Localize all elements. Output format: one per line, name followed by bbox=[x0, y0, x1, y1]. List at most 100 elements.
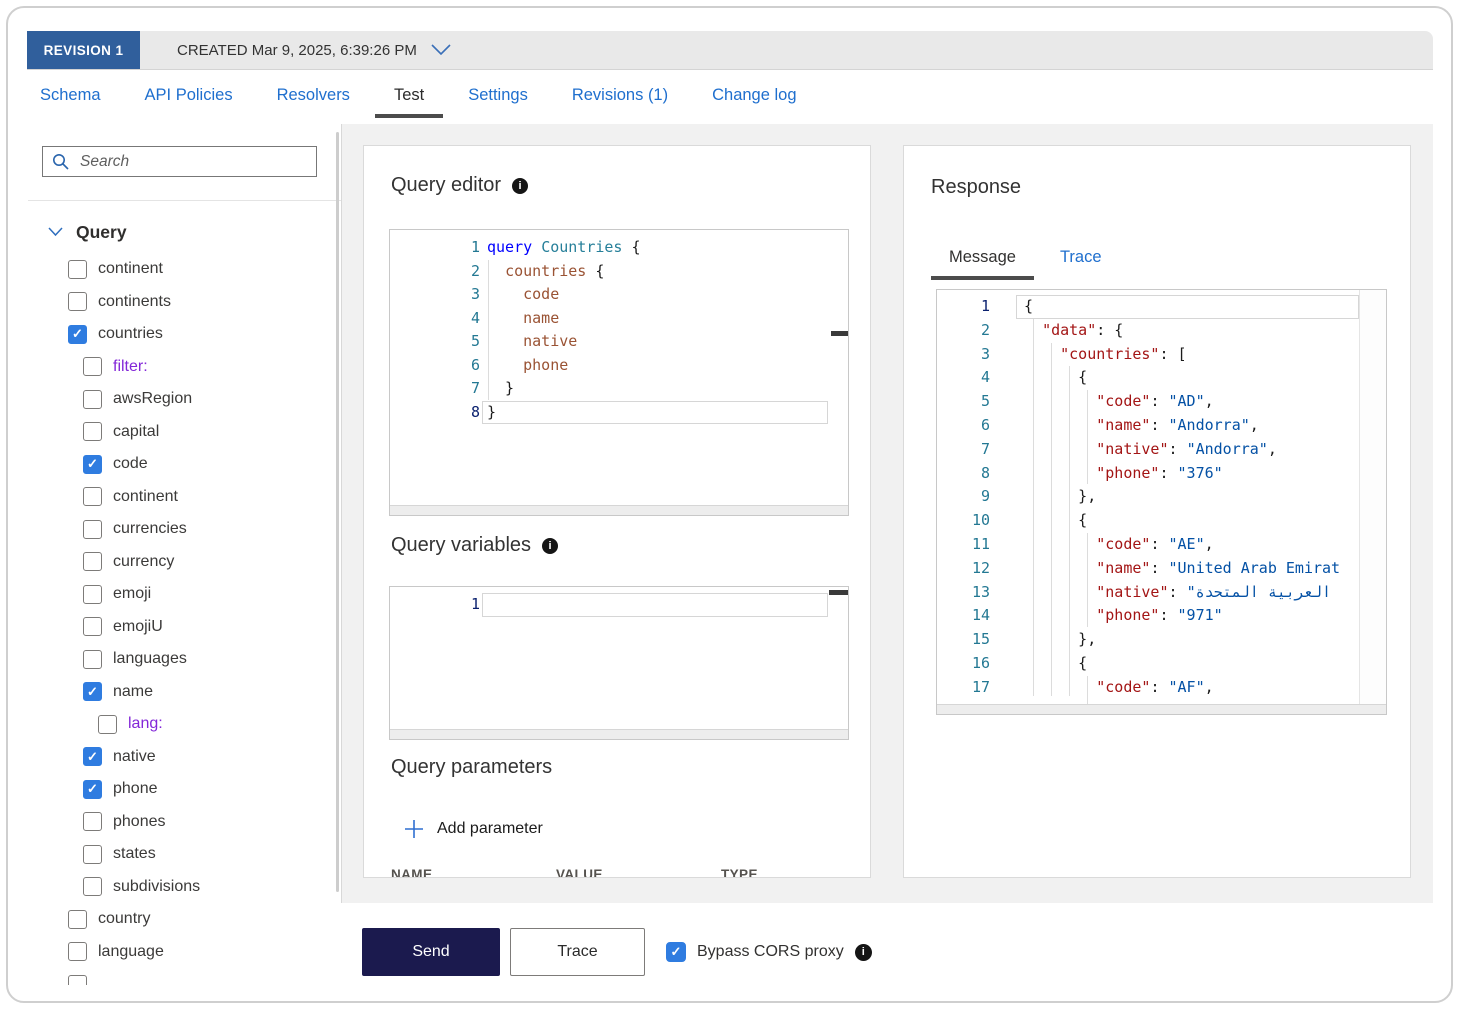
trace-button[interactable]: Trace bbox=[510, 928, 645, 976]
indent-guide bbox=[1051, 343, 1052, 696]
checkbox[interactable] bbox=[83, 389, 102, 409]
code-text: "phone": "971" bbox=[1024, 604, 1359, 628]
search-input[interactable] bbox=[78, 151, 316, 172]
tree-item-label: continent bbox=[98, 260, 163, 278]
response-tab-message[interactable]: Message bbox=[931, 242, 1034, 280]
checkbox[interactable] bbox=[83, 812, 102, 832]
checkbox[interactable] bbox=[68, 292, 87, 312]
tree-item-native[interactable]: ✓ native bbox=[28, 741, 341, 774]
tree-item-code[interactable]: ✓ code bbox=[28, 448, 341, 481]
tree-item-capital[interactable]: capital bbox=[28, 416, 341, 449]
horizontal-scrollbar[interactable] bbox=[390, 729, 848, 739]
tree-item-currencies[interactable]: currencies bbox=[28, 513, 341, 546]
add-parameter-button[interactable]: Add parameter bbox=[404, 819, 543, 839]
tab-resolvers[interactable]: Resolvers bbox=[277, 80, 350, 118]
info-icon[interactable]: i bbox=[854, 943, 872, 961]
checkbox[interactable] bbox=[68, 942, 87, 962]
column-header-type: TYPE bbox=[721, 867, 758, 878]
tree-item-emojiU[interactable]: emojiU bbox=[28, 611, 341, 644]
bypass-cors-checkbox[interactable]: ✓ bbox=[666, 942, 686, 962]
tree-item-phone[interactable]: ✓ phone bbox=[28, 773, 341, 806]
tree-item-continent[interactable]: continent bbox=[28, 481, 341, 514]
checkbox[interactable] bbox=[83, 584, 102, 604]
code-text: "phone": "376" bbox=[1024, 462, 1359, 486]
tree-item-awsRegion[interactable]: awsRegion bbox=[28, 383, 341, 416]
line-number: 9 bbox=[980, 487, 990, 506]
code-text: phone bbox=[487, 354, 830, 378]
code-text: name bbox=[487, 307, 830, 331]
tree-item-partial[interactable] bbox=[28, 968, 341, 985]
checkbox[interactable] bbox=[68, 909, 87, 929]
tree-item-country[interactable]: country bbox=[28, 903, 341, 936]
tab-settings[interactable]: Settings bbox=[468, 80, 528, 118]
checkbox[interactable] bbox=[83, 649, 102, 669]
horizontal-scrollbar[interactable] bbox=[937, 704, 1386, 714]
token: , bbox=[1204, 534, 1214, 553]
tree-item-label: subdivisions bbox=[113, 877, 201, 895]
code-line: 4 name bbox=[390, 307, 830, 331]
code-text: code bbox=[487, 283, 830, 307]
tree-root-query[interactable]: Query bbox=[48, 217, 127, 247]
tree-item-lang[interactable]: lang: bbox=[28, 708, 341, 741]
query-editor[interactable]: 1 query Countries {2 countries {3 code 4 n… bbox=[389, 229, 849, 516]
tab-api-policies[interactable]: API Policies bbox=[145, 80, 233, 118]
token: "United Arab Emirat bbox=[1168, 558, 1341, 577]
tree-item-name[interactable]: ✓ name bbox=[28, 676, 341, 709]
tree-item-continent[interactable]: continent bbox=[28, 253, 341, 286]
token: "phone" bbox=[1096, 463, 1160, 482]
tree-item-languages[interactable]: languages bbox=[28, 643, 341, 676]
token: : bbox=[1150, 677, 1169, 696]
sidebar-scrollbar[interactable] bbox=[336, 132, 339, 892]
tab-schema[interactable]: Schema bbox=[40, 80, 101, 118]
response-editor[interactable]: 1{2 "data": {3 "countries": [4 {5 "code"… bbox=[936, 289, 1387, 715]
checkbox[interactable] bbox=[83, 357, 102, 377]
tree-item-currency[interactable]: currency bbox=[28, 546, 341, 579]
query-editor-title: Query editor i bbox=[391, 174, 529, 197]
info-icon[interactable]: i bbox=[512, 177, 529, 194]
tree-item-emoji[interactable]: emoji bbox=[28, 578, 341, 611]
tree-item-language[interactable]: language bbox=[28, 936, 341, 969]
query-variables-editor[interactable]: 1 bbox=[389, 586, 849, 740]
tab-test[interactable]: Test bbox=[374, 80, 444, 118]
tree-item-filter[interactable]: filter: bbox=[28, 351, 341, 384]
response-tab-trace[interactable]: Trace bbox=[1042, 242, 1120, 280]
checkbox[interactable] bbox=[83, 519, 102, 539]
checkbox[interactable]: ✓ bbox=[83, 682, 102, 702]
checkbox[interactable] bbox=[98, 714, 117, 734]
code-text: "name": "United Arab Emirat bbox=[1024, 557, 1359, 581]
vertical-scrollbar[interactable] bbox=[1359, 290, 1386, 705]
checkbox[interactable] bbox=[83, 422, 102, 442]
line-number: 7 bbox=[980, 439, 990, 458]
tree-item-subdivisions[interactable]: subdivisions bbox=[28, 871, 341, 904]
checkbox[interactable]: ✓ bbox=[83, 779, 102, 799]
checkbox[interactable]: ✓ bbox=[83, 747, 102, 767]
chevron-down-icon[interactable] bbox=[431, 44, 451, 56]
checkbox[interactable] bbox=[68, 974, 87, 985]
code-text: { bbox=[1024, 509, 1359, 533]
checkbox[interactable] bbox=[83, 844, 102, 864]
chevron-down-icon[interactable] bbox=[48, 227, 63, 237]
checkbox[interactable] bbox=[68, 259, 87, 279]
tree-item-label: awsRegion bbox=[113, 390, 193, 408]
info-icon[interactable]: i bbox=[542, 537, 559, 554]
send-button[interactable]: Send bbox=[362, 928, 500, 976]
tree-item-phones[interactable]: phones bbox=[28, 806, 341, 839]
horizontal-scrollbar[interactable] bbox=[390, 505, 848, 515]
tree-item-states[interactable]: states bbox=[28, 838, 341, 871]
tree-item-countries[interactable]: ✓ countries bbox=[28, 318, 341, 351]
checkbox[interactable] bbox=[83, 617, 102, 637]
checkbox[interactable] bbox=[83, 487, 102, 507]
checkbox[interactable] bbox=[83, 552, 102, 572]
checkbox[interactable] bbox=[83, 877, 102, 897]
checkbox[interactable]: ✓ bbox=[83, 454, 102, 474]
token: "code" bbox=[1096, 677, 1151, 696]
tab-change-log[interactable]: Change log bbox=[712, 80, 796, 118]
response-title: Response bbox=[931, 176, 1021, 199]
tree-item-continents[interactable]: continents bbox=[28, 286, 341, 319]
tab-revisions-1-[interactable]: Revisions (1) bbox=[572, 80, 668, 118]
overview-ruler-mark bbox=[831, 331, 848, 336]
checkbox[interactable]: ✓ bbox=[68, 324, 87, 344]
